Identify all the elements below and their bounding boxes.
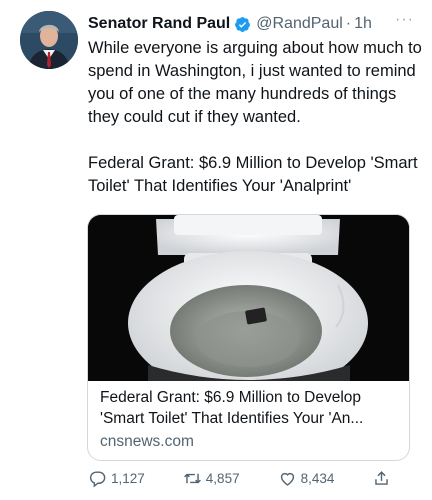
- tweet-timestamp[interactable]: 1h: [354, 15, 372, 33]
- card-title[interactable]: Federal Grant: $6.9 Million to Develop '…: [100, 387, 400, 429]
- link-card[interactable]: Federal Grant: $6.9 Million to Develop '…: [87, 214, 410, 461]
- avatar-image: [20, 11, 78, 69]
- more-options-icon[interactable]: ···: [395, 11, 414, 29]
- avatar[interactable]: [20, 11, 78, 69]
- retweet-count: 4,857: [205, 470, 240, 486]
- retweet-icon: [183, 473, 201, 483]
- reply-count: 1,127: [111, 470, 145, 486]
- author-name[interactable]: Senator Rand Paul: [88, 15, 230, 33]
- card-image: [88, 215, 409, 381]
- like-button[interactable]: 8,434: [278, 469, 335, 488]
- share-icon: [375, 470, 389, 485]
- tweet-paragraph: While everyone is arguing about how much…: [88, 39, 422, 126]
- reply-icon: [89, 470, 106, 487]
- like-icon: [280, 472, 294, 486]
- share-button[interactable]: [372, 469, 395, 488]
- card-domain[interactable]: cnsnews.com: [100, 431, 400, 452]
- toilet-photo: [88, 215, 409, 381]
- like-count: 8,434: [300, 470, 335, 486]
- tweet: Senator Rand Paul @RandPaul · 1h ··· Whi…: [0, 0, 432, 500]
- action-bar: 1,127 4,857 8,434: [88, 466, 389, 490]
- reply-button[interactable]: 1,127: [88, 469, 145, 488]
- header-separator: ·: [345, 15, 352, 32]
- tweet-text: While everyone is arguing about how much…: [88, 37, 424, 198]
- card-meta: Federal Grant: $6.9 Million to Develop '…: [100, 387, 400, 452]
- tweet-header: Senator Rand Paul @RandPaul · 1h ···: [88, 11, 418, 35]
- author-handle[interactable]: @RandPaul: [256, 15, 343, 33]
- verified-badge-icon: [234, 16, 251, 33]
- retweet-button[interactable]: 4,857: [183, 469, 240, 488]
- tweet-paragraph: Federal Grant: $6.9 Million to Develop '…: [88, 154, 418, 195]
